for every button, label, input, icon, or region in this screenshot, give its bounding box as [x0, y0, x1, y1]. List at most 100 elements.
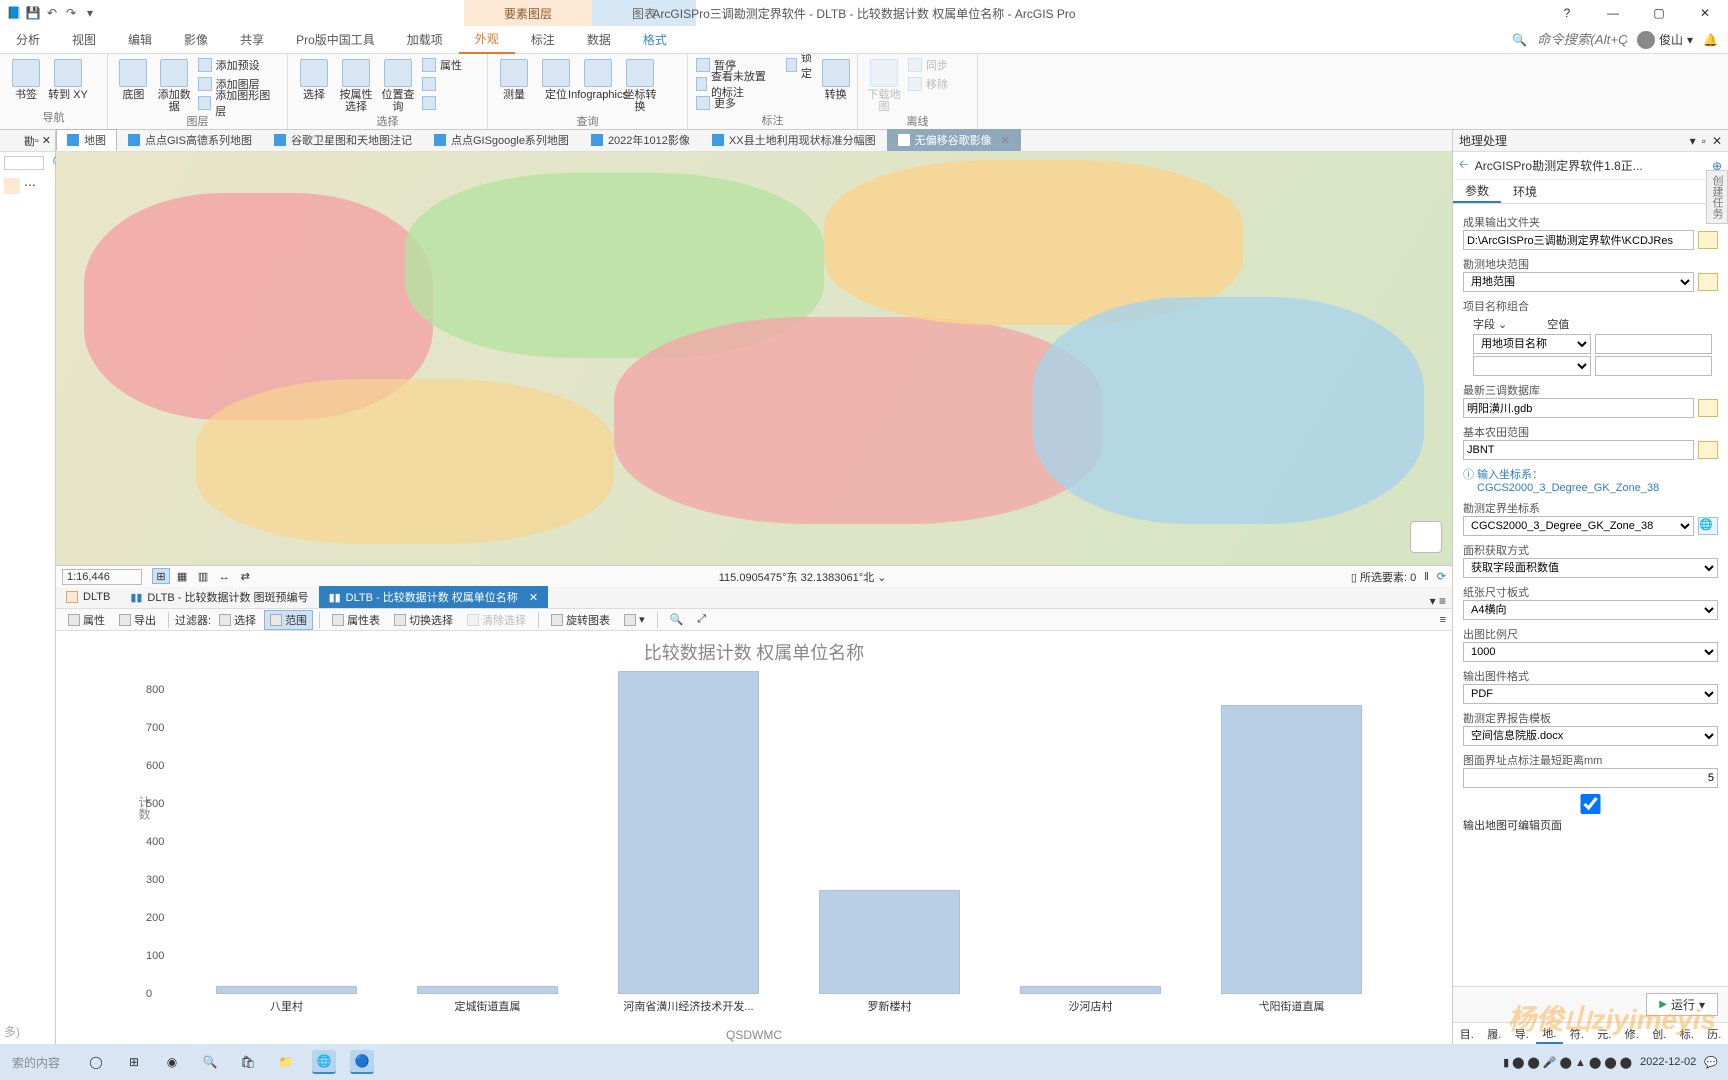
- ctb-switchsel[interactable]: 切换选择: [388, 610, 459, 630]
- taskbar-search-text[interactable]: 索的内容: [0, 1054, 72, 1071]
- gp-dock-icon[interactable]: ▾: [1690, 134, 1696, 148]
- combo-empty-input-2[interactable]: [1595, 356, 1713, 376]
- fmt-select[interactable]: PDF: [1463, 684, 1718, 704]
- cat-7[interactable]: 创.: [1646, 1023, 1674, 1044]
- menu-appearance[interactable]: 外观: [459, 26, 515, 54]
- browse-icon-3[interactable]: [1698, 399, 1718, 417]
- help-icon[interactable]: ?: [1544, 0, 1590, 26]
- tray-icons[interactable]: ▮ ⬤ ⬤ 🎤 ⬤ ▲ ⬤ ⬤ ⬤: [1503, 1056, 1632, 1069]
- tb-start-icon[interactable]: ◯: [84, 1050, 108, 1074]
- scale-select[interactable]: 1000: [1463, 642, 1718, 662]
- pause-draw-icon[interactable]: ‖: [1424, 571, 1429, 583]
- tray-notif-icon[interactable]: 💬: [1704, 1056, 1718, 1069]
- ctb-export[interactable]: 导出: [113, 610, 162, 630]
- menu-view[interactable]: 视图: [56, 26, 112, 54]
- refresh-icon[interactable]: ⟳: [1437, 570, 1446, 583]
- cat-0[interactable]: 目.: [1453, 1023, 1481, 1044]
- ctb-axis[interactable]: ▾: [618, 611, 651, 628]
- paper-select[interactable]: A4横向: [1463, 600, 1718, 620]
- gp-tab-env[interactable]: 环境: [1501, 180, 1549, 203]
- map-tab-2[interactable]: 谷歌卫星图和天地图注记: [263, 129, 423, 151]
- command-search-input[interactable]: [1537, 32, 1627, 47]
- cat-6[interactable]: 修.: [1618, 1023, 1646, 1044]
- cat-9[interactable]: 历.: [1701, 1023, 1728, 1044]
- bar-1[interactable]: [417, 986, 558, 994]
- map-tab-0[interactable]: 地图: [56, 129, 117, 151]
- jbnt-input[interactable]: [1463, 440, 1694, 460]
- context-tab-feature-layer[interactable]: 要素图层: [464, 0, 592, 26]
- bottom-tab-2[interactable]: ▮▮DLTB - 比较数据计数 权属单位名称✕: [319, 586, 548, 608]
- coord-convert-button[interactable]: 坐标转换: [620, 56, 660, 113]
- close-icon[interactable]: ✕: [1682, 0, 1728, 26]
- user-menu[interactable]: 俊山 ▾: [1637, 31, 1693, 49]
- left-btn-1[interactable]: [4, 178, 20, 194]
- close-chart-tab-icon[interactable]: ✕: [529, 591, 538, 604]
- cat-2[interactable]: 导.: [1508, 1023, 1536, 1044]
- tb-explorer-icon[interactable]: 📁: [274, 1050, 298, 1074]
- menu-format[interactable]: 格式: [627, 26, 683, 54]
- chart-canvas[interactable]: 比较数据计数 权属单位名称 计数 QSDWMC 0100200300400500…: [56, 631, 1452, 1044]
- map-tab-6[interactable]: 无偏移谷歌影像✕: [887, 129, 1021, 151]
- tool-3-icon[interactable]: ▥: [194, 568, 212, 584]
- tb-arcgis-icon[interactable]: 🔵: [350, 1050, 374, 1074]
- ctb-attrtable[interactable]: 属性表: [326, 610, 386, 630]
- map-tab-1[interactable]: 点点GIS高德系列地图: [117, 129, 263, 151]
- browse-icon-2[interactable]: [1698, 273, 1718, 291]
- combo-empty-input[interactable]: [1595, 334, 1713, 354]
- globe-icon[interactable]: 🌐: [1698, 517, 1718, 535]
- tb-search-icon[interactable]: 🔍: [198, 1050, 222, 1074]
- ctb-zoom[interactable]: 🔍: [664, 611, 690, 628]
- compass-icon[interactable]: [1410, 521, 1442, 553]
- run-button[interactable]: 运行 ▾: [1646, 993, 1718, 1016]
- gp-back-icon[interactable]: 🡠: [1459, 155, 1469, 176]
- bar-5[interactable]: [1221, 705, 1362, 994]
- save-icon[interactable]: 💾: [25, 5, 41, 21]
- bar-3[interactable]: [819, 890, 960, 995]
- maximize-icon[interactable]: ▢: [1636, 0, 1682, 26]
- map-tab-4[interactable]: 2022年1012影像: [580, 129, 701, 151]
- map-canvas[interactable]: [56, 152, 1452, 565]
- grid-tool-icon[interactable]: ▦: [173, 568, 191, 584]
- tmpl-select[interactable]: 空间信息院版.docx: [1463, 726, 1718, 746]
- select-by-attr-button[interactable]: 按属性选择: [336, 56, 376, 113]
- clear-sel-button[interactable]: [420, 75, 464, 93]
- ctb-range[interactable]: 范围: [264, 610, 313, 630]
- menu-share[interactable]: 共享: [224, 26, 280, 54]
- browse-icon-4[interactable]: [1698, 441, 1718, 459]
- attrs-button[interactable]: 属性: [420, 56, 464, 74]
- tb-taskview-icon[interactable]: ⊞: [122, 1050, 146, 1074]
- menu-image[interactable]: 影像: [168, 26, 224, 54]
- bar-0[interactable]: [216, 986, 357, 994]
- tb-store-icon[interactable]: 🛍: [236, 1050, 260, 1074]
- cat-1[interactable]: 履.: [1481, 1023, 1509, 1044]
- tool-5-icon[interactable]: ⇄: [236, 568, 254, 584]
- map-tab-3[interactable]: 点点GISgoogle系列地图: [423, 129, 580, 151]
- cat-8[interactable]: 标.: [1673, 1023, 1701, 1044]
- menu-pro-cn[interactable]: Pro版中国工具: [280, 26, 391, 54]
- out-folder-input[interactable]: [1463, 230, 1694, 250]
- db-input[interactable]: [1463, 398, 1694, 418]
- ctb-rotate[interactable]: 旋转图表: [545, 610, 616, 630]
- basemap-button[interactable]: 底图: [114, 56, 153, 101]
- add-data-button[interactable]: 添加数据: [155, 56, 194, 113]
- minimize-icon[interactable]: —: [1590, 0, 1636, 26]
- snap-tool-icon[interactable]: ⊞: [152, 568, 170, 584]
- select-by-loc-button[interactable]: 位置查询: [378, 56, 418, 113]
- sel-opts-button[interactable]: [420, 94, 464, 112]
- gp-tab-params[interactable]: 参数: [1453, 180, 1501, 203]
- cat-3[interactable]: 地.: [1536, 1023, 1564, 1044]
- goto-xy-button[interactable]: 转到 XY: [48, 56, 88, 101]
- left-pane-tab[interactable]: 勘 ▫ ✕: [0, 130, 55, 152]
- label-lock-button[interactable]: 锁定: [784, 56, 818, 74]
- undo-icon[interactable]: ↶: [44, 5, 60, 21]
- qat-more-icon[interactable]: ▾: [82, 5, 98, 21]
- label-more-button[interactable]: 更多: [694, 94, 778, 112]
- cat-4[interactable]: 符.: [1563, 1023, 1591, 1044]
- ctb-select[interactable]: 选择: [213, 610, 262, 630]
- scope-select[interactable]: 用地范围: [1463, 272, 1694, 292]
- edit-checkbox[interactable]: [1463, 794, 1718, 814]
- tb-cortana-icon[interactable]: ◉: [160, 1050, 184, 1074]
- gp-pin-icon[interactable]: ▫: [1702, 134, 1706, 148]
- add-preset-button[interactable]: 添加预设: [196, 56, 281, 74]
- bottom-tab-1[interactable]: ▮▮DLTB - 比较数据计数 图斑预编号: [120, 586, 318, 608]
